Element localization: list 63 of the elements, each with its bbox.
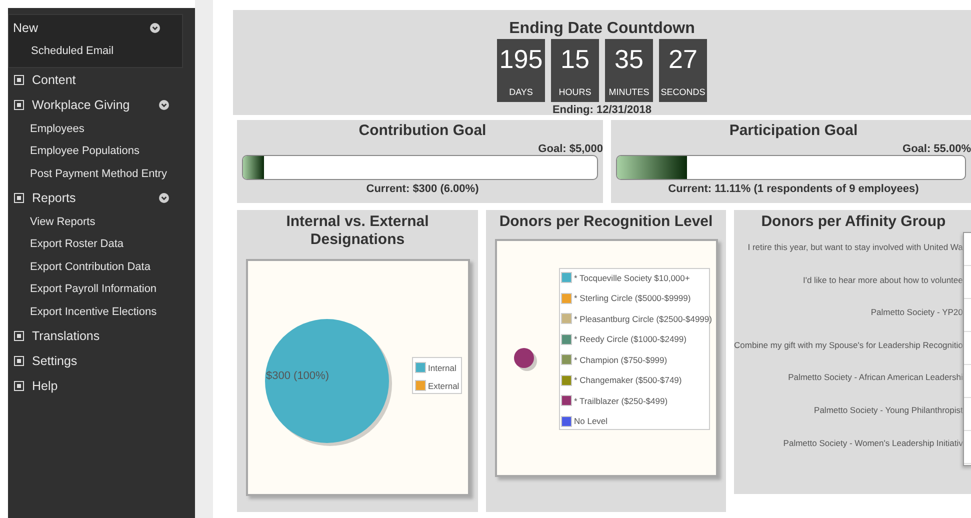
- chevron-down-icon[interactable]: [150, 22, 160, 32]
- legend-label: No Level: [574, 416, 608, 426]
- countdown-value: 15: [560, 43, 590, 75]
- pie-chart-drawing: [513, 347, 537, 371]
- chart-title: Donors per Affinity Group: [760, 212, 947, 231]
- nav-link[interactable]: View Reports: [30, 216, 96, 228]
- nav-link[interactable]: Employee Populations: [30, 145, 140, 158]
- nav-section[interactable]: Content: [32, 73, 76, 88]
- legend-label: Internal: [428, 362, 456, 372]
- ending-date: Ending: 12/31/2018: [552, 104, 652, 116]
- countdown-unit: HOURS: [558, 87, 592, 97]
- countdown-value: 195: [499, 43, 543, 75]
- square-bullet-icon: [14, 192, 24, 203]
- countdown-unit: SECONDS: [660, 87, 706, 97]
- countdown-unit: MINUTES: [608, 87, 650, 97]
- chevron-down-icon[interactable]: [159, 100, 169, 110]
- nav-link[interactable]: Export Contribution Data: [30, 260, 150, 273]
- nav-section[interactable]: Reports: [32, 190, 76, 205]
- nav-link[interactable]: Employees: [30, 122, 84, 135]
- axis-label: Palmetto Society - African American Leadershi: [788, 371, 963, 384]
- axis-label: Palmetto Society - Young Philanthropist: [814, 404, 963, 417]
- axis-label: Palmetto Society - Women's Leadership Initiativ: [783, 436, 963, 450]
- countdown-title: Ending Date Countdown: [509, 20, 695, 38]
- legend-label: * Trailblazer ($250-$499): [574, 396, 668, 406]
- legend-label: * Reedy Circle ($1000-$2499): [574, 334, 686, 344]
- nav-section[interactable]: Translations: [32, 328, 100, 343]
- goal-current: Current: $300 (6.00%): [365, 183, 480, 195]
- legend-label: * Tocqueville Society $10,000+: [574, 272, 690, 282]
- goal-title: Participation Goal: [728, 122, 859, 140]
- goal-target: Goal: $5,000: [538, 143, 603, 155]
- square-bullet-icon: [14, 356, 24, 366]
- nav-section[interactable]: New: [13, 20, 38, 34]
- legend-label: External: [428, 380, 460, 390]
- nav-link[interactable]: Export Payroll Information: [30, 283, 157, 296]
- goal-current: Current: 11.11% (1 respondents of 9 employees): [667, 183, 920, 195]
- slice-label: $300 (100%): [266, 370, 329, 382]
- legend-label: * Changemaker ($500-$749): [574, 375, 682, 385]
- nav-link[interactable]: Scheduled Email: [31, 45, 114, 58]
- goal-target: Goal: 55.00%: [902, 143, 971, 155]
- countdown-value: 35: [614, 43, 644, 75]
- square-bullet-icon: [14, 75, 24, 86]
- nav-section[interactable]: Help: [32, 378, 58, 393]
- countdown-value: 27: [668, 43, 698, 75]
- nav-link[interactable]: Export Incentive Elections: [30, 306, 157, 318]
- legend-label: * Sterling Circle ($5000-$9999): [574, 293, 691, 303]
- nav-section[interactable]: Workplace Giving: [32, 98, 130, 112]
- square-bullet-icon: [14, 330, 24, 341]
- axis-label: Combine my gift with my Spouse's for Leadership Recognitio: [734, 338, 963, 352]
- axis-label: I'd like to hear more about how to voluntee: [802, 274, 963, 287]
- chart-title: Donors per Recognition Level: [498, 212, 714, 231]
- square-bullet-icon: [14, 380, 24, 391]
- nav-link[interactable]: Export Roster Data: [30, 238, 124, 250]
- nav-section[interactable]: Settings: [32, 354, 78, 368]
- legend-label: * Pleasantburg Circle ($2500-$4999): [574, 314, 712, 324]
- chevron-down-icon[interactable]: [159, 192, 169, 203]
- square-bullet-icon: [14, 100, 24, 110]
- nav-link[interactable]: Post Payment Method Entry: [30, 168, 167, 180]
- axis-label: I retire this year, but want to stay involved with United Wa: [748, 241, 963, 254]
- legend-label: * Champion ($750-$999): [574, 354, 668, 364]
- axis-label: Palmetto Society - YP20: [870, 306, 963, 320]
- chart-title: Internal vs. External Designations: [285, 212, 430, 249]
- countdown-unit: DAYS: [509, 87, 533, 97]
- goal-title: Contribution Goal: [358, 122, 488, 140]
